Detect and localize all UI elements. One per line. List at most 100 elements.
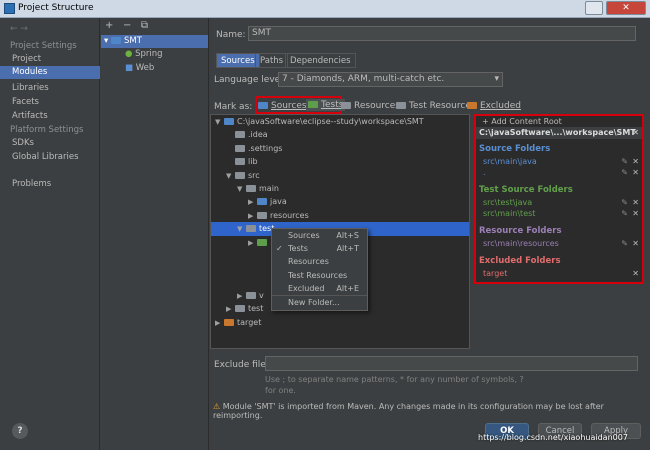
mark-tests-button[interactable]: Tests: [306, 99, 346, 111]
menu-item[interactable]: Resources: [272, 255, 367, 268]
exclude-files-input[interactable]: [265, 356, 638, 371]
expand-arrow-icon[interactable]: ▶: [237, 290, 246, 303]
mark-excluded-button[interactable]: Excluded: [467, 101, 521, 111]
menu-item-label: Sources: [288, 231, 320, 240]
platform-settings-header: Platform Settings: [10, 125, 84, 135]
remove-icon[interactable]: ✕: [632, 167, 639, 178]
menu-item[interactable]: Test Resources: [272, 269, 367, 282]
tree-row[interactable]: .settings: [211, 142, 469, 155]
language-level-label: Language level:: [214, 75, 286, 85]
tab-sources[interactable]: Sources: [216, 53, 260, 68]
remove-icon[interactable]: ✕: [632, 208, 639, 219]
remove-icon[interactable]: ✕: [632, 268, 639, 279]
menu-item-label: Excluded: [288, 283, 325, 293]
mark-sources-label: Sources: [271, 101, 307, 111]
tree-row[interactable]: ▶ resources: [211, 209, 469, 222]
menu-shortcut: Alt+S: [336, 231, 359, 240]
window-title: Project Structure: [18, 3, 94, 13]
nav-item-sdks[interactable]: SDKs: [0, 137, 100, 150]
folder-icon: [235, 158, 245, 166]
minimize-button[interactable]: [585, 1, 603, 15]
tree-row-label: main: [259, 183, 279, 193]
expand-arrow-icon[interactable]: ▶: [248, 196, 257, 209]
remove-icon[interactable]: −: [123, 20, 131, 31]
tests-folder-icon: [308, 101, 318, 108]
add-content-root-button[interactable]: + Add Content Root: [476, 116, 642, 127]
expand-arrow-icon[interactable]: ▼: [226, 170, 235, 183]
mark-resources-button[interactable]: Resources: [341, 101, 400, 111]
tree-row[interactable]: lib: [211, 155, 469, 168]
expand-arrow-icon[interactable]: ▶: [226, 303, 235, 316]
edit-icon[interactable]: ✎: [621, 197, 628, 208]
module-child-web[interactable]: ■ Web: [125, 63, 154, 73]
nav-item-modules[interactable]: Modules: [0, 66, 100, 79]
edit-icon[interactable]: ✎: [621, 208, 628, 219]
edit-icon[interactable]: ✎: [621, 156, 628, 167]
tree-row[interactable]: ▼ main: [211, 182, 469, 195]
expand-arrow-icon[interactable]: ▾: [104, 36, 108, 46]
menu-item[interactable]: ✓ Tests Alt+T: [272, 242, 367, 255]
menu-item-label: Resources: [288, 257, 329, 267]
tree-row-label: src: [248, 170, 260, 180]
menu-item-label: Tests: [288, 244, 308, 254]
tree-row[interactable]: .idea: [211, 128, 469, 141]
module-root-row[interactable]: ▾ SMT: [101, 35, 208, 48]
remove-icon[interactable]: ✕: [632, 156, 639, 167]
folder-icon: [235, 144, 245, 152]
expand-arrow-icon[interactable]: ▼: [237, 223, 246, 236]
excluded-folder-icon: [467, 102, 477, 109]
language-level-select[interactable]: 7 - Diamonds, ARM, multi-catch etc. ▾: [278, 72, 503, 87]
tab-paths[interactable]: Paths: [255, 53, 289, 68]
tree-row[interactable]: ▶ java: [211, 195, 469, 208]
tree-row-label: target: [237, 317, 262, 327]
folder-icon: [246, 292, 256, 300]
mark-resources-label: Resources: [354, 101, 400, 111]
expand-arrow-icon[interactable]: ▶: [248, 210, 257, 223]
close-button[interactable]: ✕: [606, 1, 646, 15]
title-bar: Project Structure ✕: [0, 0, 650, 18]
copy-icon[interactable]: ⧉: [141, 20, 148, 31]
folder-icon: [246, 225, 256, 233]
tab-dependencies[interactable]: Dependencies: [285, 53, 356, 68]
resource-folder-item: src\main\resources ✎ ✕: [476, 238, 642, 249]
nav-item-global-libraries[interactable]: Global Libraries: [0, 151, 100, 164]
module-child-spring[interactable]: ● Spring: [125, 49, 163, 59]
folder-icon: [224, 118, 234, 125]
spring-label: Spring: [135, 49, 163, 59]
tree-row[interactable]: ▼ C:\javaSoftware\eclipse--study\workspac…: [211, 115, 469, 128]
nav-item-facets[interactable]: Facets: [0, 96, 100, 109]
tree-row-label: resources: [270, 210, 309, 220]
expand-arrow-icon[interactable]: ▶: [248, 237, 257, 250]
remove-icon[interactable]: ✕: [632, 197, 639, 208]
sources-folder-icon: [258, 102, 268, 109]
expand-arrow-icon[interactable]: ▼: [215, 116, 224, 129]
test-folder-item: src\main\test ✎ ✕: [476, 208, 642, 219]
expand-arrow-icon[interactable]: ▶: [215, 317, 224, 330]
nav-item-libraries[interactable]: Libraries: [0, 82, 100, 95]
expand-arrow-icon[interactable]: ▼: [237, 183, 246, 196]
test-resources-folder-icon: [396, 102, 406, 109]
menu-item[interactable]: Sources Alt+S: [272, 229, 367, 242]
mark-sources-button[interactable]: Sources: [258, 101, 307, 111]
remove-root-icon[interactable]: ✕: [632, 127, 639, 139]
nav-item-problems[interactable]: Problems: [0, 178, 100, 191]
tree-row[interactable]: ▼ src: [211, 169, 469, 182]
warning-icon: ⚠: [213, 402, 221, 411]
mark-test-resources-button[interactable]: Test Resources: [396, 101, 476, 111]
edit-icon[interactable]: ✎: [621, 238, 628, 249]
name-input[interactable]: SMT: [248, 26, 636, 41]
back-forward-icons[interactable]: ← →: [10, 24, 28, 34]
menu-item[interactable]: Excluded Alt+E: [272, 282, 367, 295]
nav-item-project[interactable]: Project: [0, 53, 100, 66]
menu-item[interactable]: New Folder...: [272, 294, 367, 308]
menu-item-label: New Folder...: [288, 297, 340, 307]
nav-item-artifacts[interactable]: Artifacts: [0, 110, 100, 123]
help-button[interactable]: ?: [12, 423, 28, 439]
remove-icon[interactable]: ✕: [632, 238, 639, 249]
add-icon[interactable]: +: [105, 20, 113, 31]
module-root-label: SMT: [123, 36, 142, 46]
tree-row-label: C:\javaSoftware\eclipse--study\workspace…: [237, 117, 424, 126]
tree-row[interactable]: ▶ target: [211, 316, 469, 329]
module-folder-icon: [110, 37, 121, 44]
edit-icon[interactable]: ✎: [621, 167, 628, 178]
